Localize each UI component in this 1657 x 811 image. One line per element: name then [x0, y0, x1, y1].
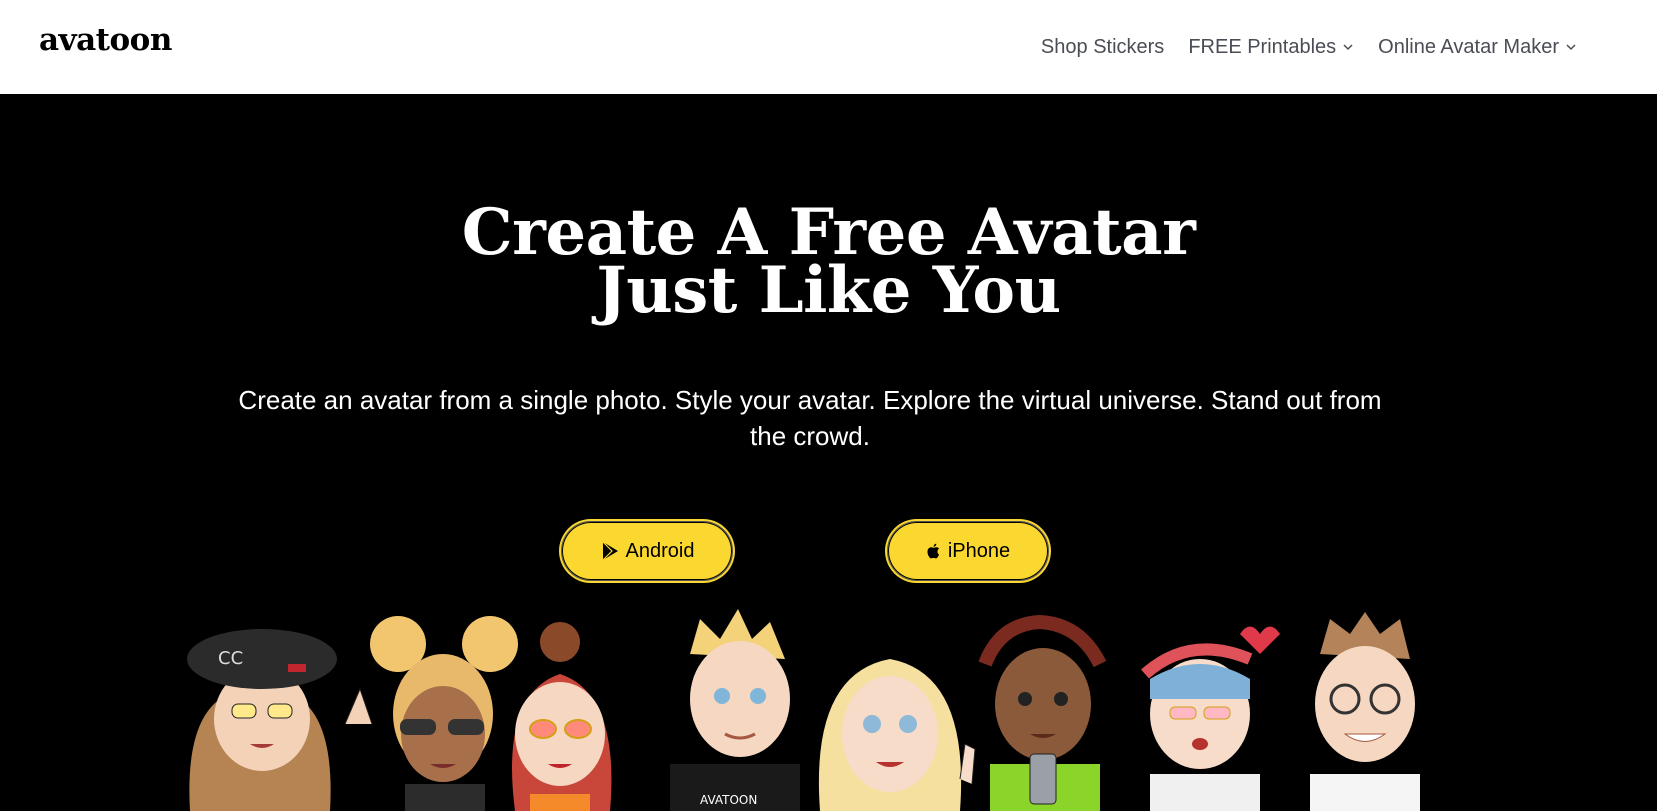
avatar-2: [370, 616, 518, 811]
play-store-icon: [600, 541, 620, 561]
avatar-6: [978, 614, 1107, 811]
main-nav: Shop Stickers FREE Printables Online Ava…: [1041, 0, 1657, 94]
android-button-label: Android: [625, 539, 695, 562]
nav-online-avatar-maker[interactable]: Online Avatar Maker: [1378, 36, 1577, 59]
chevron-down-icon: [1566, 44, 1576, 51]
nav-shop-stickers-label: Shop Stickers: [1040, 35, 1165, 58]
avatar-1: CC: [187, 629, 373, 811]
site-header: avatoon Shop Stickers FREE Printables On…: [0, 0, 1657, 94]
hero-title-line2: Just Like You: [596, 253, 1061, 328]
svg-text:CC: CC: [218, 648, 243, 669]
avatar-5: [818, 659, 976, 811]
avatar-8: [1310, 612, 1420, 811]
hero-subtitle: Create an avatar from a single photo. St…: [238, 385, 1382, 451]
hero-section: Create A Free Avatar Just Like You Creat…: [0, 94, 1657, 811]
chevron-down-icon: [1343, 44, 1353, 51]
android-download-button[interactable]: Android: [561, 521, 733, 581]
nav-online-avatar-maker-label: Online Avatar Maker: [1378, 35, 1559, 58]
nav-shop-stickers[interactable]: Shop Stickers: [1041, 36, 1164, 59]
avatar-group-illustration: CC AVATOON: [187, 609, 1420, 811]
nav-free-printables[interactable]: FREE Printables: [1188, 36, 1354, 59]
apple-icon: [926, 542, 942, 560]
avatar-3: [512, 622, 612, 811]
avatar-4: AVATOON: [670, 609, 800, 811]
avatoon-logo[interactable]: avatoon: [39, 22, 172, 58]
iphone-download-button[interactable]: iPhone: [887, 521, 1049, 581]
svg-text:AVATOON: AVATOON: [700, 793, 757, 807]
nav-free-printables-label: FREE Printables: [1188, 35, 1337, 58]
avatar-7: [1141, 626, 1280, 811]
iphone-button-label: iPhone: [947, 539, 1011, 562]
